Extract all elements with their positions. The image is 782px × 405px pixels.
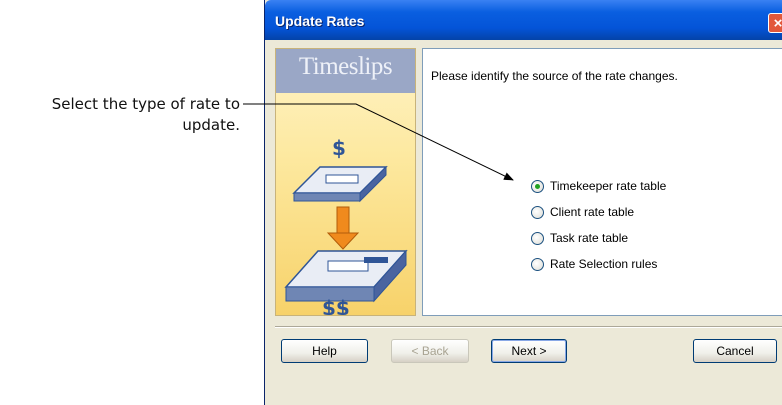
cancel-button[interactable]: Cancel <box>693 339 777 363</box>
option-label: Task rate table <box>550 231 629 245</box>
double-dollar-icon: $$ <box>322 296 350 316</box>
option-client-rate-table[interactable]: Client rate table <box>531 199 666 225</box>
option-rate-selection-rules[interactable]: Rate Selection rules <box>531 251 666 277</box>
content-panel: Please identify the source of the rate c… <box>422 48 782 316</box>
wizard-illustration: Timeslips $ $$ <box>275 48 416 316</box>
dialog-title: Update Rates <box>275 13 365 29</box>
radio-timekeeper[interactable] <box>531 179 544 193</box>
callout-line-1: Select the type of rate to <box>51 95 240 113</box>
next-button[interactable]: Next > <box>491 339 567 363</box>
option-label: Client rate table <box>550 205 635 219</box>
title-bar: Update Rates × <box>265 0 782 40</box>
radio-rate-selection[interactable] <box>531 257 544 271</box>
radio-task[interactable] <box>531 231 544 245</box>
callout-text: Select the type of rate to update. <box>0 94 240 136</box>
update-rates-dialog: Update Rates × Timeslips $ $$ Please ide… <box>264 0 782 405</box>
help-button[interactable]: Help <box>281 339 368 363</box>
option-label: Rate Selection rules <box>550 257 658 271</box>
button-divider <box>275 326 782 328</box>
radio-client[interactable] <box>531 205 544 219</box>
close-button[interactable]: × <box>768 13 782 33</box>
option-label: Timekeeper rate table <box>550 179 667 193</box>
rate-illustration-icon: $ $$ <box>284 136 408 316</box>
dollar-icon: $ <box>332 136 346 160</box>
prompt-text: Please identify the source of the rate c… <box>431 69 678 83</box>
rate-type-options: Timekeeper rate table Client rate table … <box>531 173 666 277</box>
option-task-rate-table[interactable]: Task rate table <box>531 225 666 251</box>
callout-line-2: update. <box>182 116 240 134</box>
back-button[interactable]: < Back <box>391 339 469 363</box>
option-timekeeper-rate-table[interactable]: Timekeeper rate table <box>531 173 666 199</box>
